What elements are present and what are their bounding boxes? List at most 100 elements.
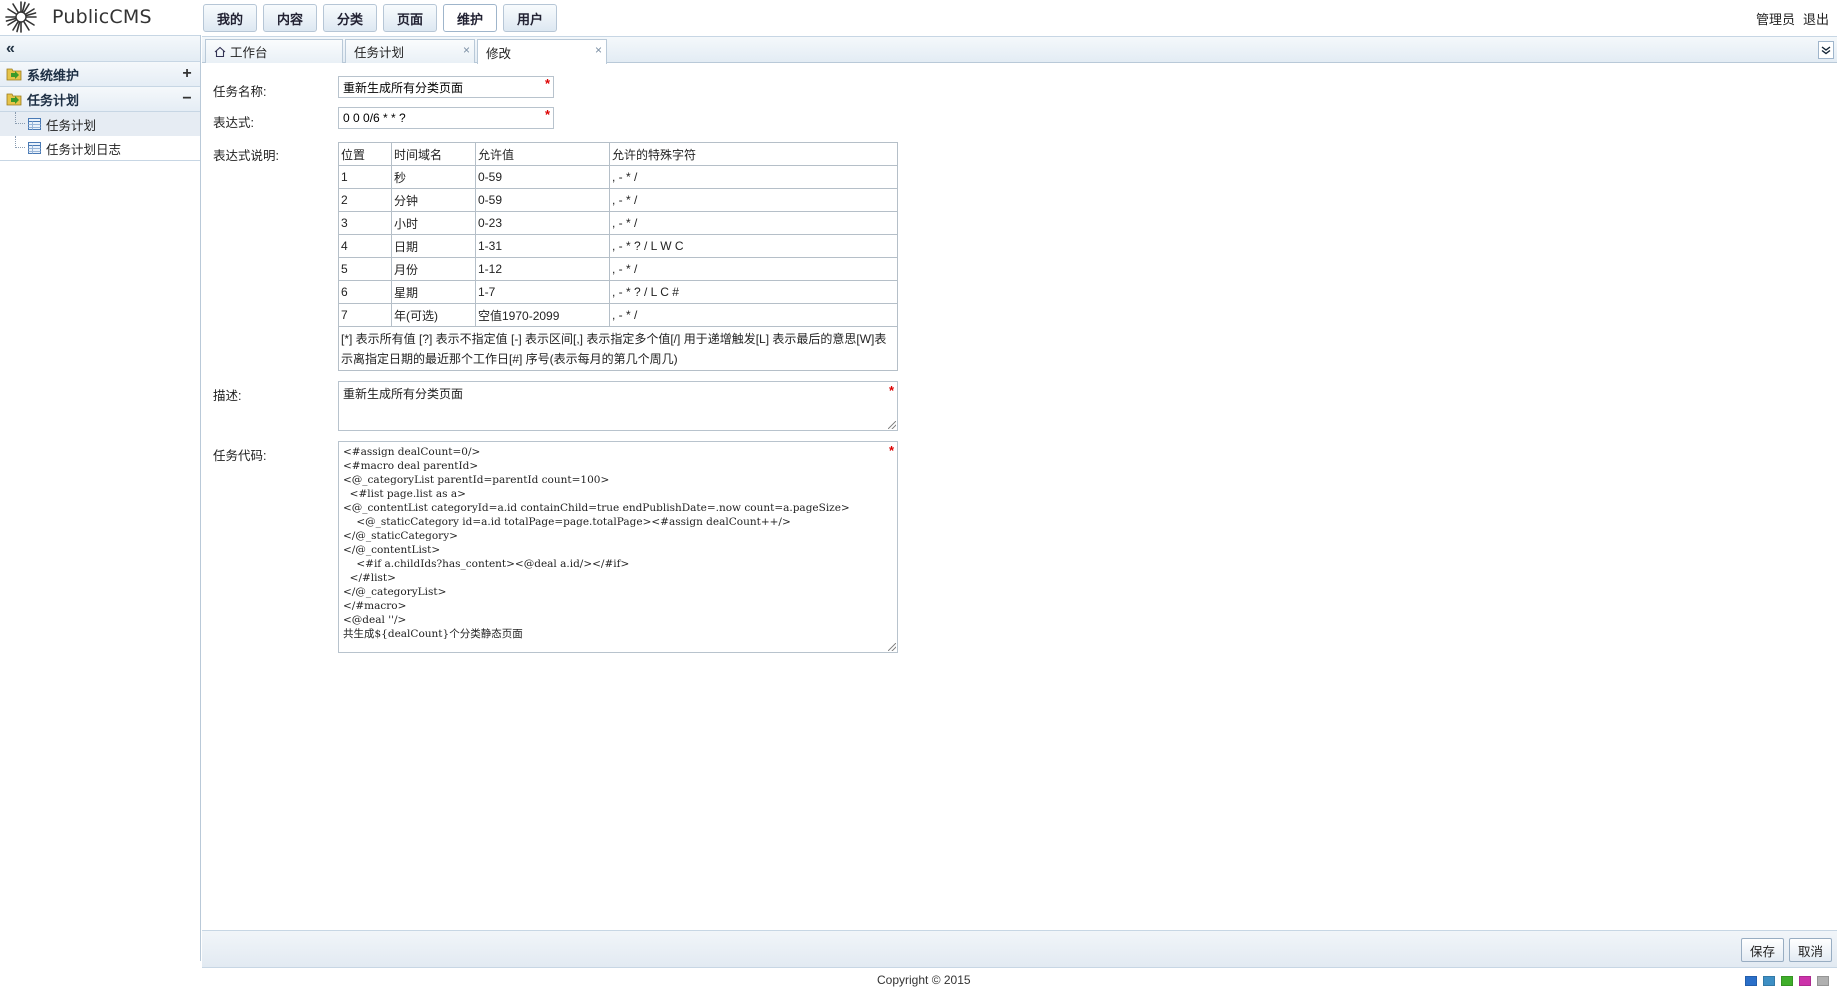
user-bar: 管理员 退出 (1756, 9, 1829, 28)
table-row: 3 小时 0-23 , - * / (338, 211, 898, 235)
table-cell: , - * ? / L W C (609, 234, 898, 258)
logout-link[interactable]: 退出 (1803, 9, 1829, 28)
theme-swatch-azure[interactable] (1763, 976, 1775, 986)
table-cell: 空值1970-2099 (475, 303, 610, 327)
header-cell: 允许的特殊字符 (609, 142, 898, 166)
table-cell: , - * / (609, 211, 898, 235)
theme-swatch-silver[interactable] (1817, 976, 1829, 986)
header: PublicCMS 我的 内容 分类 页面 维护 用户 管理员 退出 (0, 0, 1837, 35)
task-code-text: <#assign dealCount=0/> <#macro deal pare… (343, 446, 850, 640)
top-navigation: 我的 内容 分类 页面 维护 用户 (203, 4, 563, 32)
nav-maintenance[interactable]: 维护 (443, 4, 497, 32)
required-mark: * (545, 76, 551, 91)
tab-list-dropdown-button[interactable] (1818, 41, 1834, 59)
task-name-label: 任务名称: (213, 85, 267, 99)
table-cell: 日期 (391, 234, 476, 258)
table-cell: 0-59 (475, 188, 610, 212)
accordion-system-maintenance[interactable]: 系统维护 + (0, 62, 200, 87)
table-note-row: [*] 表示所有值 [?] 表示不指定值 [-] 表示区间[,] 表示指定多个值… (338, 326, 898, 371)
tab-close-icon[interactable]: × (595, 43, 602, 57)
cancel-button[interactable]: 取消 (1788, 938, 1832, 962)
header-cell: 位置 (338, 142, 392, 166)
table-cell: 年(可选) (391, 303, 476, 327)
cron-help-table: 位置 时间域名 允许值 允许的特殊字符 1 秒 0-59 , - * / 2 分… (338, 142, 898, 371)
tree-item-task-plan[interactable]: 任务计划 (0, 112, 200, 136)
sidebar: « 系统维护 + 任务计划 − 任务计划 任务计划日志 (0, 35, 201, 961)
task-code-textarea[interactable]: <#assign dealCount=0/> <#macro deal pare… (338, 441, 898, 653)
tree-item-label: 任务计划 (46, 118, 97, 133)
table-cell: 月份 (391, 257, 476, 281)
tab-close-icon[interactable]: × (463, 43, 470, 57)
table-cell: 1-31 (475, 234, 610, 258)
table-cell: 7 (338, 303, 392, 327)
table-cell: , - * / (609, 257, 898, 281)
table-cell: 0-23 (475, 211, 610, 235)
table-row: 7 年(可选) 空值1970-2099 , - * / (338, 303, 898, 327)
accordion-task-plan[interactable]: 任务计划 − (0, 87, 200, 112)
save-button[interactable]: 保存 (1740, 938, 1784, 962)
user-name-link[interactable]: 管理员 (1756, 9, 1795, 28)
resize-grip-icon[interactable] (888, 421, 896, 429)
nav-user[interactable]: 用户 (503, 4, 557, 32)
nav-page[interactable]: 页面 (383, 4, 437, 32)
tab-task-plan[interactable]: 任务计划 × (345, 39, 475, 63)
double-chevron-left-icon: « (6, 39, 15, 57)
tab-bar: 工作台 任务计划 × 修改 × (202, 36, 1837, 64)
table-cell: 6 (338, 280, 392, 304)
required-mark: * (888, 443, 894, 458)
folder-arrow-icon (6, 93, 22, 106)
theme-swatch-purple[interactable] (1799, 976, 1811, 986)
header-cell: 允许值 (475, 142, 610, 166)
cron-expression-label: 表达式: (213, 116, 254, 130)
tree-connector (15, 136, 25, 148)
table-cell: 5 (338, 257, 392, 281)
table-cell: 2 (338, 188, 392, 212)
tree-item-label: 任务计划日志 (46, 142, 122, 157)
tab-dashboard[interactable]: 工作台 (205, 39, 343, 63)
logo-burst-icon (5, 1, 37, 33)
table-cell: , - * / (609, 303, 898, 327)
header-cell: 时间域名 (391, 142, 476, 166)
theme-switcher (1745, 976, 1829, 986)
table-cell: 1-7 (475, 280, 610, 304)
task-code-label: 任务代码: (213, 449, 267, 463)
folder-arrow-icon (6, 68, 22, 81)
task-name-input[interactable] (338, 76, 554, 98)
tab-label: 修改 (486, 46, 512, 61)
table-row: 5 月份 1-12 , - * / (338, 257, 898, 281)
table-doc-icon (28, 142, 41, 154)
table-cell: , - * ? / L C # (609, 280, 898, 304)
table-cell: 4 (338, 234, 392, 258)
table-cell: 1 (338, 165, 392, 189)
table-cell: 0-59 (475, 165, 610, 189)
nav-content[interactable]: 内容 (263, 4, 317, 32)
cron-expression-input[interactable] (338, 107, 554, 129)
nav-my[interactable]: 我的 (203, 4, 257, 32)
edit-form: 任务名称: * 表达式: * 表达式说明: 位置 时间域名 允许值 允许的特殊字… (202, 64, 1837, 929)
home-icon (214, 46, 226, 57)
theme-swatch-green[interactable] (1781, 976, 1793, 986)
tab-label: 工作台 (230, 46, 268, 60)
chevron-down-icon (1821, 46, 1831, 55)
description-textarea[interactable]: 重新生成所有分类页面 * (338, 381, 898, 431)
table-cell: , - * / (609, 188, 898, 212)
table-cell: 小时 (391, 211, 476, 235)
expand-plus-icon[interactable]: + (180, 65, 194, 83)
tab-edit[interactable]: 修改 × (477, 39, 607, 64)
description-label: 描述: (213, 389, 242, 403)
table-row: 4 日期 1-31 , - * ? / L W C (338, 234, 898, 258)
resize-grip-icon[interactable] (888, 643, 896, 651)
tab-label: 任务计划 (354, 46, 405, 60)
tree-item-task-plan-log[interactable]: 任务计划日志 (0, 136, 200, 160)
theme-swatch-blue[interactable] (1745, 976, 1757, 986)
cron-help-label: 表达式说明: (213, 149, 279, 163)
accordion-label: 系统维护 (27, 67, 80, 83)
table-cell: 3 (338, 211, 392, 235)
nav-category[interactable]: 分类 (323, 4, 377, 32)
table-row: 2 分钟 0-59 , - * / (338, 188, 898, 212)
table-doc-icon (28, 118, 41, 130)
collapse-minus-icon[interactable]: − (180, 90, 194, 108)
sidebar-collapse-button[interactable]: « (0, 35, 200, 62)
description-text: 重新生成所有分类页面 (343, 387, 464, 401)
logo[interactable]: PublicCMS (4, 0, 164, 34)
